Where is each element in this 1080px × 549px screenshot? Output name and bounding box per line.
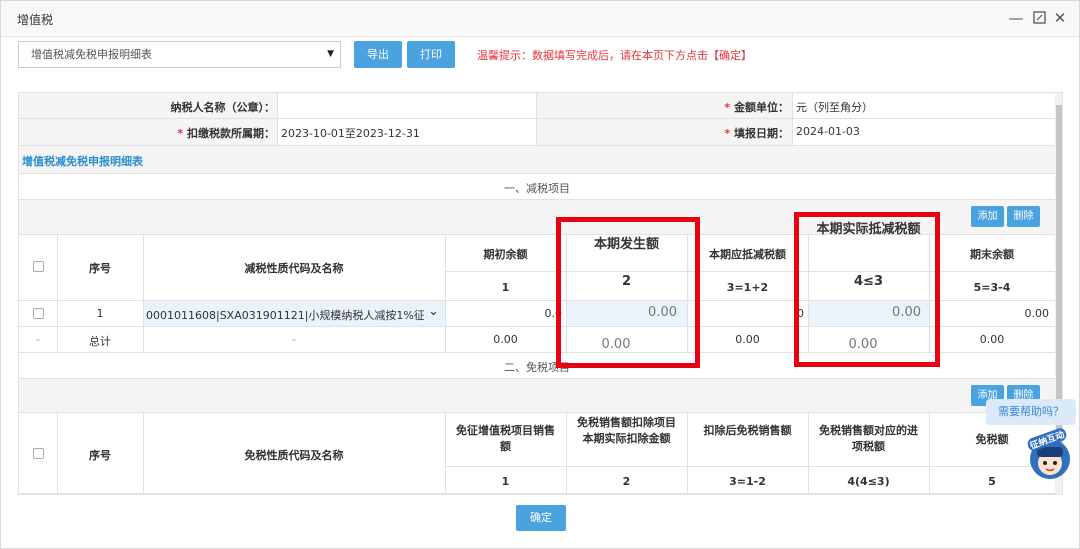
s1-formula-c5: 5=3-4 — [973, 281, 1011, 294]
section1-delete-button[interactable]: 删除 — [1007, 206, 1040, 227]
s1-row-code-select[interactable]: 0001011608|SXA031901121|小规模纳税人减按1%征收 ⌄ — [144, 301, 445, 326]
s1-total-c3: 0.00 — [735, 333, 760, 346]
section1-select-all-checkbox[interactable] — [33, 261, 44, 272]
unit-value: 元（列至角分） — [796, 101, 873, 114]
chevron-down-icon: ⌄ — [428, 304, 439, 319]
s1-row-seq: 1 — [96, 307, 104, 320]
s1-header-c1: 期初余额 — [483, 248, 528, 261]
taxpayer-label: 纳税人名称（公章）： — [170, 101, 276, 114]
s1-total-c5: 0.00 — [979, 333, 1005, 346]
report-type-select[interactable]: 增值税减免税申报明细表 ▼ — [18, 41, 341, 68]
help-bubble[interactable]: 需要帮助吗？ — [986, 399, 1076, 425]
s1-row-code-value: 0001011608|SXA031901121|小规模纳税人减按1%征收 — [146, 309, 424, 322]
help-assistant-avatar[interactable]: 征纳互动 — [1025, 426, 1075, 481]
s1-header-c5: 期末余额 — [970, 248, 1014, 261]
s1-total-label: 总计 — [89, 335, 111, 348]
section2-select-all-checkbox[interactable] — [33, 448, 44, 459]
table-title: 增值税减免税申报明细表 — [22, 155, 143, 168]
report-type-value: 增值税减免税申报明细表 — [31, 48, 152, 61]
period-label: * 扣缴税款所属期： — [177, 127, 275, 140]
s2-formula-c4: 4(4≤3) — [847, 475, 890, 488]
s1-row-c1: 0.0 — [544, 307, 563, 320]
s2-formula-c2: 2 — [622, 475, 631, 488]
close-icon[interactable]: ✕ — [1051, 8, 1069, 28]
dropdown-caret-icon: ▼ — [327, 49, 334, 59]
s2-formula-c3: 3=1-2 — [729, 475, 766, 488]
maximize-icon[interactable] — [1030, 8, 1048, 28]
s1-header-seq: 序号 — [89, 262, 111, 275]
dialog-window: 增值税 — ✕ 增值税减免税申报明细表 ▼ 导出 打印 温馨提示：数据填写完成后… — [0, 0, 1080, 549]
highlight-box-actual-deduction — [794, 212, 940, 367]
unit-label: * 金额单位： — [724, 101, 789, 114]
s1-row-checkbox[interactable] — [33, 308, 44, 319]
s2-header-c1: 免征增值税项目销售额 — [456, 424, 555, 453]
fill-date-value: 2024-01-03 — [796, 125, 860, 138]
highlight-box-current-amount — [556, 217, 700, 368]
s2-header-c4: 免税销售额对应的进项税额 — [819, 424, 918, 453]
period-value: 2023-10-01至2023-12-31 — [281, 127, 420, 140]
s2-formula-c1: 1 — [501, 475, 510, 488]
fill-date-label: * 填报日期： — [724, 127, 789, 140]
s2-header-seq: 序号 — [89, 449, 111, 462]
s1-formula-c3: 3=1+2 — [726, 281, 769, 294]
toolbar: 增值税减免税申报明细表 ▼ 导出 打印 温馨提示：数据填写完成后，请在本页下方点… — [1, 37, 1079, 77]
s1-header-code: 减税性质代码及名称 — [244, 262, 344, 275]
title-bar: 增值税 — ✕ — [1, 1, 1079, 37]
window-title: 增值税 — [17, 13, 54, 27]
s1-row-c5: 0.00 — [1024, 307, 1050, 320]
confirm-button[interactable]: 确定 — [516, 505, 566, 531]
s2-header-c2: 免税销售额扣除项目本期实际扣除金额 — [577, 416, 676, 445]
s1-header-c3: 本期应抵减税额 — [709, 248, 786, 261]
s2-header-code: 免税性质代码及名称 — [244, 449, 344, 462]
s1-total-c1: 0.00 — [493, 333, 518, 346]
s2-header-c3: 扣除后免税销售额 — [703, 424, 792, 437]
section1-title: 一、减税项目 — [504, 182, 570, 195]
section1-add-button[interactable]: 添加 — [971, 206, 1004, 227]
s1-formula-c1: 1 — [501, 281, 510, 294]
minimize-icon[interactable]: — — [1007, 8, 1025, 28]
print-button[interactable]: 打印 — [407, 41, 455, 68]
export-button[interactable]: 导出 — [354, 41, 402, 68]
s1-row-c3: 0 — [797, 307, 804, 320]
warm-tip: 温馨提示：数据填写完成后，请在本页下方点击【确定】 — [477, 49, 752, 62]
